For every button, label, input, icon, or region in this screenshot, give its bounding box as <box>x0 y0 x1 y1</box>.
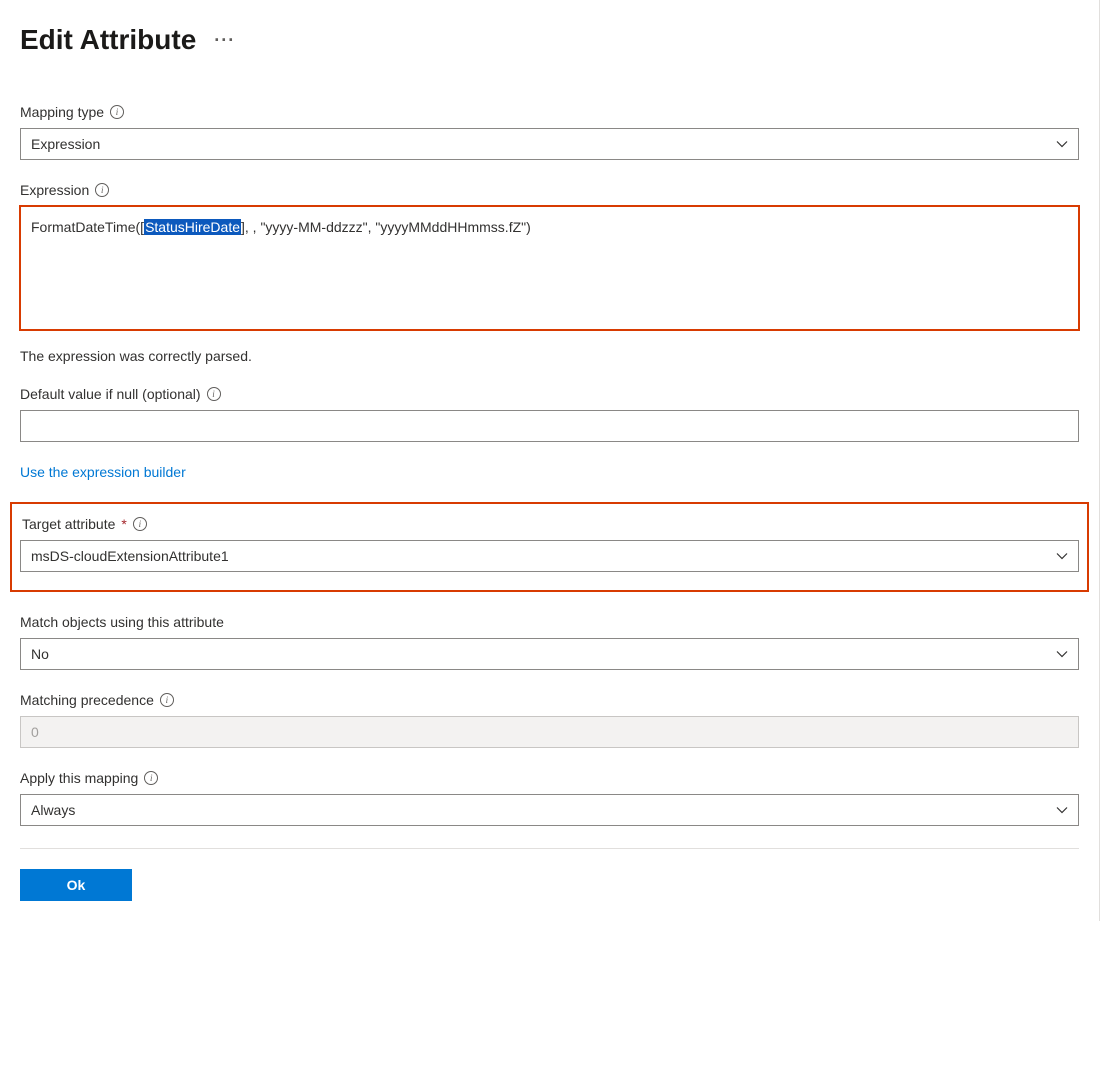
chevron-down-icon <box>1056 138 1068 150</box>
info-icon[interactable] <box>133 517 147 531</box>
expression-text-highlight: StatusHireDate <box>144 219 241 235</box>
ok-button[interactable]: Ok <box>20 869 132 901</box>
matching-precedence-label: Matching precedence <box>20 692 1079 708</box>
matching-precedence-label-text: Matching precedence <box>20 692 154 708</box>
info-icon[interactable] <box>207 387 221 401</box>
apply-mapping-label-text: Apply this mapping <box>20 770 138 786</box>
apply-mapping-value: Always <box>31 802 75 818</box>
default-value-label: Default value if null (optional) <box>20 386 1079 402</box>
expression-text-prefix: FormatDateTime([ <box>31 219 144 235</box>
page-title: Edit Attribute ··· <box>20 24 1079 56</box>
matching-precedence-input: 0 <box>20 716 1079 748</box>
apply-mapping-group: Apply this mapping Always <box>20 770 1079 826</box>
more-actions-icon[interactable]: ··· <box>214 31 235 49</box>
mapping-type-value: Expression <box>31 136 100 152</box>
expression-group: Expression FormatDateTime([StatusHireDat… <box>20 182 1079 330</box>
page-title-text: Edit Attribute <box>20 24 196 56</box>
expression-parse-status: The expression was correctly parsed. <box>20 348 1079 364</box>
mapping-type-label-text: Mapping type <box>20 104 104 120</box>
expression-builder-link[interactable]: Use the expression builder <box>20 464 186 480</box>
info-icon[interactable] <box>95 183 109 197</box>
matching-precedence-value: 0 <box>31 724 39 740</box>
target-attribute-highlight: Target attribute * msDS-cloudExtensionAt… <box>10 502 1089 592</box>
expression-text-suffix: ], , "yyyy-MM-ddzzz", "yyyyMMddHHmmss.fZ… <box>241 219 531 235</box>
default-value-group: Default value if null (optional) <box>20 386 1079 442</box>
match-objects-label-text: Match objects using this attribute <box>20 614 224 630</box>
default-value-input[interactable] <box>20 410 1079 442</box>
info-icon[interactable] <box>160 693 174 707</box>
target-attribute-value: msDS-cloudExtensionAttribute1 <box>31 548 229 564</box>
required-star: * <box>121 516 126 532</box>
chevron-down-icon <box>1056 804 1068 816</box>
chevron-down-icon <box>1056 648 1068 660</box>
expression-label-text: Expression <box>20 182 89 198</box>
match-objects-group: Match objects using this attribute No <box>20 614 1079 670</box>
match-objects-value: No <box>31 646 49 662</box>
mapping-type-dropdown[interactable]: Expression <box>20 128 1079 160</box>
footer: Ok <box>20 848 1079 901</box>
mapping-type-label: Mapping type <box>20 104 1079 120</box>
match-objects-dropdown[interactable]: No <box>20 638 1079 670</box>
target-attribute-label-text: Target attribute <box>22 516 115 532</box>
mapping-type-group: Mapping type Expression <box>20 104 1079 160</box>
match-objects-label: Match objects using this attribute <box>20 614 1079 630</box>
info-icon[interactable] <box>110 105 124 119</box>
expression-label: Expression <box>20 182 1079 198</box>
apply-mapping-label: Apply this mapping <box>20 770 1079 786</box>
target-attribute-dropdown[interactable]: msDS-cloudExtensionAttribute1 <box>20 540 1079 572</box>
info-icon[interactable] <box>144 771 158 785</box>
matching-precedence-group: Matching precedence 0 <box>20 692 1079 748</box>
expression-input[interactable]: FormatDateTime([StatusHireDate], , "yyyy… <box>20 206 1079 330</box>
apply-mapping-dropdown[interactable]: Always <box>20 794 1079 826</box>
default-value-label-text: Default value if null (optional) <box>20 386 201 402</box>
target-attribute-label: Target attribute * <box>22 516 1079 532</box>
chevron-down-icon <box>1056 550 1068 562</box>
